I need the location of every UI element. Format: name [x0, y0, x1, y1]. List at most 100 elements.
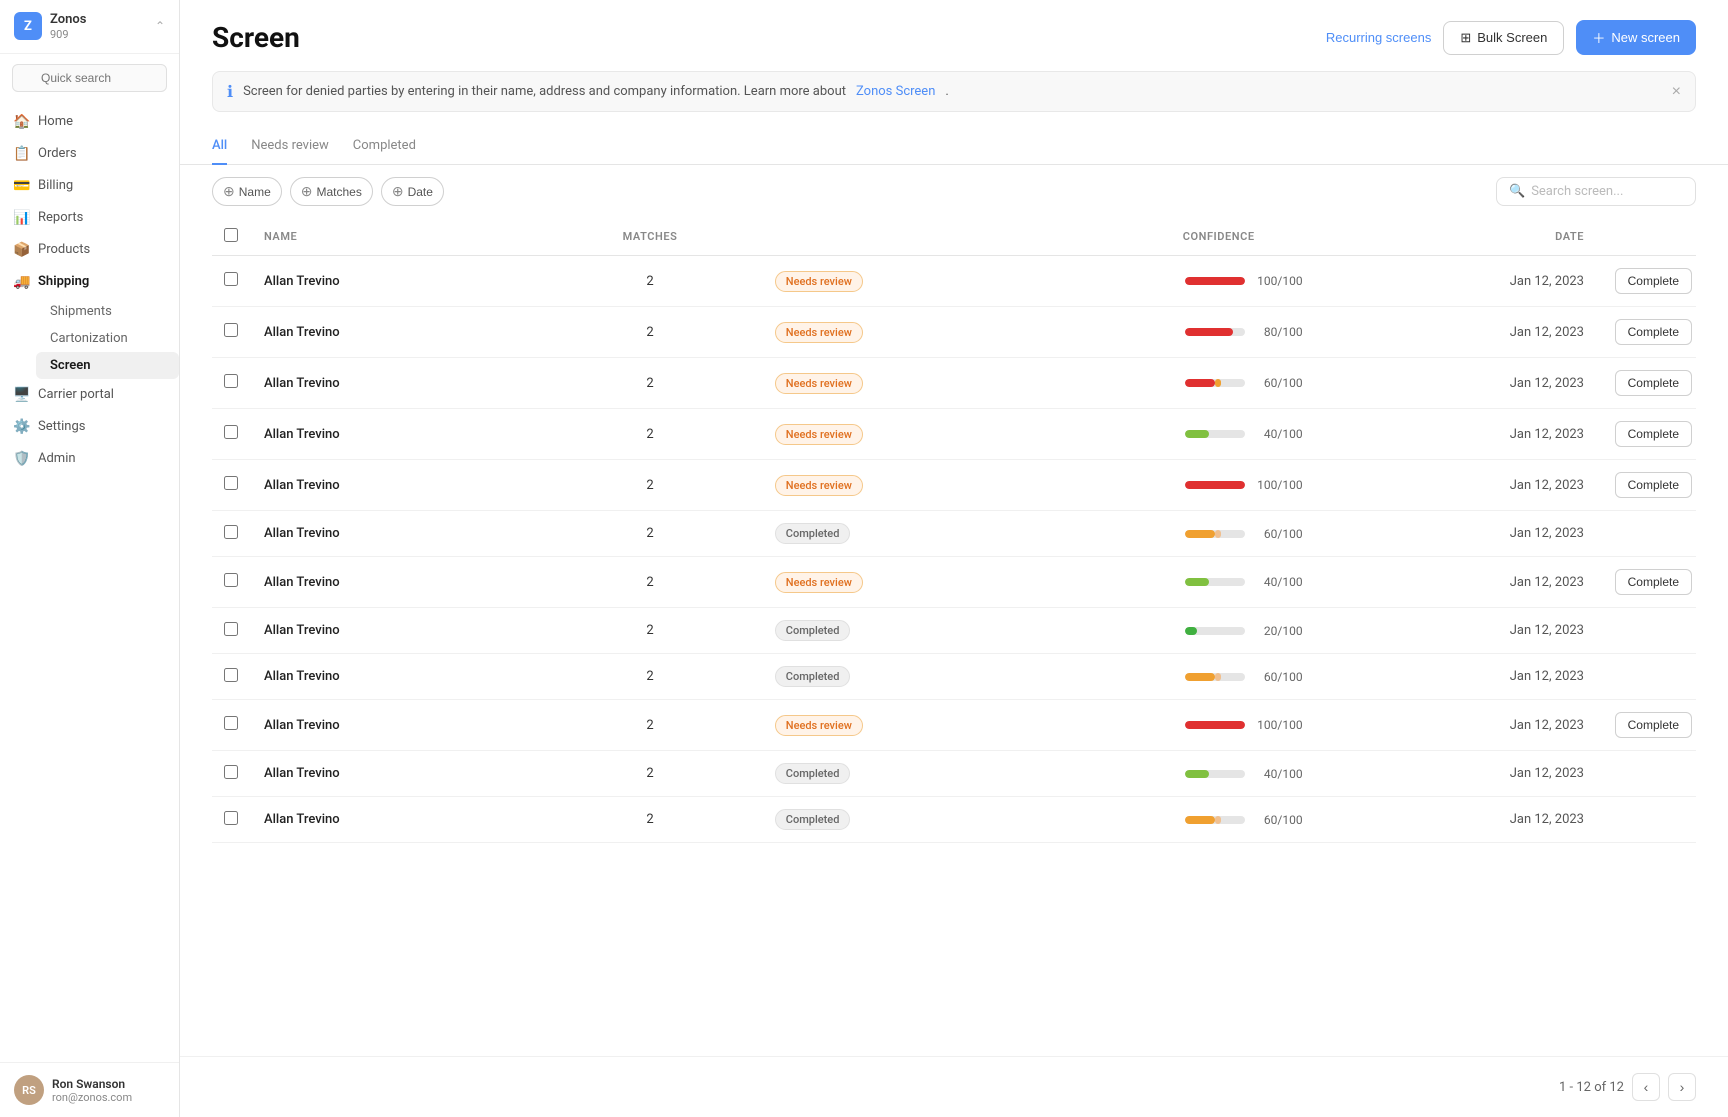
sidebar-item-shipping[interactable]: 🚚 Shipping [0, 266, 179, 298]
bulk-label: Bulk Screen [1477, 30, 1547, 45]
complete-button[interactable]: Complete [1615, 268, 1692, 294]
banner-text: Screen for denied parties by entering in… [243, 84, 846, 99]
sidebar-item-shipments[interactable]: Shipments [36, 298, 179, 325]
user-profile: RS Ron Swanson ron@zonos.com [0, 1062, 179, 1117]
page-title: Screen [212, 21, 300, 54]
row-checkbox[interactable] [224, 573, 238, 587]
shipping-icon: 🚚 [14, 274, 30, 290]
sidebar-item-carrier-portal[interactable]: 🖥️ Carrier portal [0, 379, 179, 411]
sidebar-item-settings[interactable]: ⚙️ Settings [0, 411, 179, 443]
row-checkbox[interactable] [224, 811, 238, 825]
row-checkbox[interactable] [224, 272, 238, 286]
row-checkbox[interactable] [224, 476, 238, 490]
table-row: Allan Trevino 2 Completed 60/100 Jan 12,… [212, 797, 1696, 843]
row-checkbox-cell [212, 654, 252, 700]
bulk-screen-button[interactable]: ⊞ Bulk Screen [1443, 21, 1564, 55]
complete-button[interactable]: Complete [1615, 319, 1692, 345]
row-checkbox[interactable] [224, 622, 238, 636]
main-content: Screen Recurring screens ⊞ Bulk Screen ＋… [180, 0, 1728, 1117]
sidebar-item-admin[interactable]: 🛡️ Admin [0, 443, 179, 475]
complete-button[interactable]: Complete [1615, 370, 1692, 396]
row-checkbox-cell [212, 797, 252, 843]
row-status: Needs review [763, 307, 903, 358]
sidebar-item-label: Orders [38, 146, 77, 161]
row-checkbox[interactable] [224, 716, 238, 730]
status-badge: Needs review [775, 271, 863, 292]
prev-page-button[interactable]: ‹ [1632, 1073, 1660, 1101]
sidebar-header: Z Zonos 909 ⌃ [0, 0, 179, 54]
row-date: Jan 12, 2023 [1315, 460, 1596, 511]
row-checkbox-cell [212, 409, 252, 460]
sidebar-item-products[interactable]: 📦 Products [0, 234, 179, 266]
row-checkbox[interactable] [224, 425, 238, 439]
row-date: Jan 12, 2023 [1315, 358, 1596, 409]
sidebar-item-screen[interactable]: Screen [36, 352, 179, 379]
select-all-checkbox[interactable] [224, 228, 238, 242]
confidence-label: 60/100 [1253, 376, 1303, 390]
row-action: Complete [1596, 460, 1696, 511]
row-name: Allan Trevino [252, 256, 537, 307]
filter-name-button[interactable]: ⊕ Name [212, 177, 282, 206]
row-checkbox[interactable] [224, 374, 238, 388]
row-checkbox-cell [212, 608, 252, 654]
status-badge: Needs review [775, 373, 863, 394]
recurring-screens-button[interactable]: Recurring screens [1326, 30, 1432, 45]
col-header-date: DATE [1315, 218, 1596, 256]
company-info: Zonos 909 [50, 12, 147, 41]
reports-icon: 📊 [14, 210, 30, 226]
confidence-label: 20/100 [1253, 624, 1303, 638]
banner-link[interactable]: Zonos Screen [856, 84, 935, 99]
tab-needs-review[interactable]: Needs review [251, 128, 329, 165]
row-status: Needs review [763, 557, 903, 608]
sidebar-item-label: Billing [38, 178, 73, 193]
filter-matches-button[interactable]: ⊕ Matches [290, 177, 373, 206]
row-confidence: 40/100 [903, 557, 1315, 608]
sidebar-item-home[interactable]: 🏠 Home [0, 106, 179, 138]
complete-button[interactable]: Complete [1615, 712, 1692, 738]
confidence-label: 100/100 [1253, 274, 1303, 288]
row-checkbox[interactable] [224, 668, 238, 682]
complete-button[interactable]: Complete [1615, 472, 1692, 498]
sidebar-item-reports[interactable]: 📊 Reports [0, 202, 179, 234]
table-row: Allan Trevino 2 Needs review 100/100 Jan… [212, 460, 1696, 511]
status-badge: Completed [775, 809, 851, 830]
user-email: ron@zonos.com [52, 1091, 132, 1104]
confidence-label: 40/100 [1253, 767, 1303, 781]
row-checkbox[interactable] [224, 765, 238, 779]
row-date: Jan 12, 2023 [1315, 751, 1596, 797]
row-matches: 2 [537, 460, 763, 511]
new-screen-button[interactable]: ＋ New screen [1576, 20, 1696, 55]
row-status: Completed [763, 751, 903, 797]
row-name: Allan Trevino [252, 557, 537, 608]
tab-completed[interactable]: Completed [353, 128, 416, 165]
row-matches: 2 [537, 700, 763, 751]
sidebar-item-billing[interactable]: 💳 Billing [0, 170, 179, 202]
row-status: Completed [763, 654, 903, 700]
chevron-icon: ⌃ [155, 19, 165, 33]
confidence-label: 60/100 [1253, 813, 1303, 827]
row-name: Allan Trevino [252, 409, 537, 460]
col-header-status [763, 218, 903, 256]
billing-icon: 💳 [14, 178, 30, 194]
complete-button[interactable]: Complete [1615, 421, 1692, 447]
search-input[interactable] [12, 64, 167, 92]
sidebar-item-cartonization[interactable]: Cartonization [36, 325, 179, 352]
sidebar-item-orders[interactable]: 📋 Orders [0, 138, 179, 170]
next-page-button[interactable]: › [1668, 1073, 1696, 1101]
row-matches: 2 [537, 511, 763, 557]
status-badge: Needs review [775, 715, 863, 736]
row-checkbox[interactable] [224, 525, 238, 539]
screen-search[interactable]: 🔍 Search screen... [1496, 177, 1696, 206]
row-action [1596, 511, 1696, 557]
col-header-confidence: CONFIDENCE [903, 218, 1315, 256]
shipping-subnav: Shipments Cartonization Screen [0, 298, 179, 379]
filter-date-button[interactable]: ⊕ Date [381, 177, 444, 206]
confidence-label: 40/100 [1253, 575, 1303, 589]
complete-button[interactable]: Complete [1615, 569, 1692, 595]
tab-all[interactable]: All [212, 128, 227, 165]
banner-close-button[interactable]: × [1672, 83, 1681, 101]
status-badge: Needs review [775, 424, 863, 445]
row-confidence: 60/100 [903, 511, 1315, 557]
row-checkbox[interactable] [224, 323, 238, 337]
row-name: Allan Trevino [252, 654, 537, 700]
